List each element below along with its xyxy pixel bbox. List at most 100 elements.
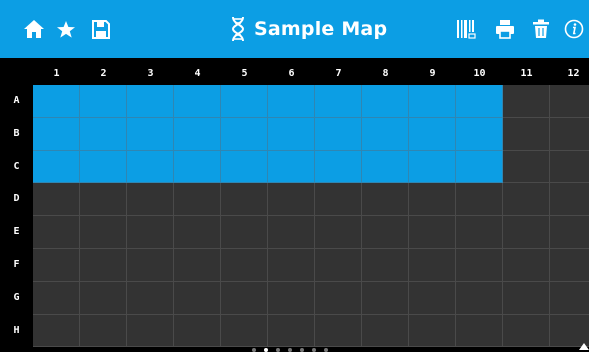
plate-well[interactable] <box>33 216 80 249</box>
plate-well[interactable] <box>80 314 127 348</box>
plate-well-selected[interactable] <box>80 150 127 184</box>
plate-well[interactable] <box>456 314 503 348</box>
plate-well[interactable] <box>268 314 315 348</box>
expand-up-icon[interactable] <box>579 343 589 350</box>
plate-well[interactable] <box>550 249 589 282</box>
plate-well[interactable] <box>221 281 268 315</box>
column-header[interactable]: 2 <box>81 62 126 86</box>
plate-well-selected[interactable] <box>362 117 409 151</box>
plate-well[interactable] <box>456 281 503 315</box>
plate-well-selected[interactable] <box>315 117 362 151</box>
plate-well[interactable] <box>268 281 315 315</box>
plate-well[interactable] <box>550 117 589 151</box>
column-header[interactable]: 12 <box>551 62 589 86</box>
plate-well-selected[interactable] <box>33 150 80 184</box>
plate-well[interactable] <box>127 281 174 315</box>
row-header[interactable]: G <box>0 282 33 314</box>
plate-well[interactable] <box>409 281 456 315</box>
plate-well[interactable] <box>174 249 221 282</box>
page-dot[interactable] <box>324 348 328 352</box>
plate-well[interactable] <box>315 183 362 217</box>
home-icon[interactable] <box>21 16 47 42</box>
plate-well[interactable] <box>503 249 550 282</box>
plate-well-selected[interactable] <box>221 117 268 151</box>
plate-well[interactable] <box>503 314 550 348</box>
plate-well-selected[interactable] <box>315 150 362 184</box>
plate-well-selected[interactable] <box>409 85 456 118</box>
plate-well[interactable] <box>409 216 456 249</box>
plate-well[interactable] <box>503 85 550 118</box>
plate-well[interactable] <box>33 183 80 217</box>
plate-well[interactable] <box>550 183 589 217</box>
column-header[interactable]: 8 <box>363 62 408 86</box>
print-icon[interactable] <box>492 16 518 42</box>
plate-well[interactable] <box>174 314 221 348</box>
save-icon[interactable] <box>88 16 114 42</box>
plate-well[interactable] <box>127 216 174 249</box>
column-header[interactable]: 4 <box>175 62 220 86</box>
barcode-icon[interactable] <box>453 16 479 42</box>
plate-well[interactable] <box>268 249 315 282</box>
row-header[interactable]: E <box>0 216 33 248</box>
plate-well-selected[interactable] <box>127 117 174 151</box>
page-dot[interactable] <box>252 348 256 352</box>
row-header[interactable]: B <box>0 118 33 150</box>
column-header[interactable]: 9 <box>410 62 455 86</box>
plate-well[interactable] <box>550 150 589 184</box>
plate-well[interactable] <box>80 216 127 249</box>
plate-well[interactable] <box>362 281 409 315</box>
plate-well[interactable] <box>315 314 362 348</box>
plate-well[interactable] <box>409 314 456 348</box>
row-header[interactable]: F <box>0 249 33 281</box>
plate-well-selected[interactable] <box>409 117 456 151</box>
plate-well[interactable] <box>33 281 80 315</box>
plate-well[interactable] <box>456 183 503 217</box>
plate-well[interactable] <box>80 281 127 315</box>
plate-well[interactable] <box>503 183 550 217</box>
plate-well[interactable] <box>503 117 550 151</box>
plate-well[interactable] <box>80 249 127 282</box>
trash-icon[interactable] <box>528 16 554 42</box>
plate-well-selected[interactable] <box>456 117 503 151</box>
plate-well-selected[interactable] <box>80 85 127 118</box>
plate-well[interactable] <box>174 183 221 217</box>
plate-well[interactable] <box>362 216 409 249</box>
plate-well[interactable] <box>221 314 268 348</box>
plate-well[interactable] <box>268 216 315 249</box>
plate-well[interactable] <box>221 216 268 249</box>
info-icon[interactable] <box>561 16 587 42</box>
plate-well[interactable] <box>456 216 503 249</box>
row-header[interactable]: C <box>0 151 33 183</box>
plate-well[interactable] <box>503 281 550 315</box>
plate-well-selected[interactable] <box>456 150 503 184</box>
plate-well[interactable] <box>33 249 80 282</box>
plate-well[interactable] <box>315 249 362 282</box>
plate-well[interactable] <box>221 249 268 282</box>
plate-well-selected[interactable] <box>268 150 315 184</box>
column-header[interactable]: 10 <box>457 62 502 86</box>
column-header[interactable]: 3 <box>128 62 173 86</box>
plate-well[interactable] <box>362 314 409 348</box>
page-dot[interactable] <box>276 348 280 352</box>
plate-well[interactable] <box>409 249 456 282</box>
plate-well[interactable] <box>127 183 174 217</box>
page-dot[interactable] <box>264 348 268 352</box>
plate-well-selected[interactable] <box>174 85 221 118</box>
column-header[interactable]: 11 <box>504 62 549 86</box>
plate-well-selected[interactable] <box>456 85 503 118</box>
plate-well[interactable] <box>503 150 550 184</box>
plate-well[interactable] <box>550 281 589 315</box>
plate-well-selected[interactable] <box>362 150 409 184</box>
plate-well[interactable] <box>456 249 503 282</box>
star-icon[interactable] <box>53 16 79 42</box>
plate-well[interactable] <box>268 183 315 217</box>
plate-well[interactable] <box>127 249 174 282</box>
plate-well-selected[interactable] <box>221 85 268 118</box>
plate-well-selected[interactable] <box>33 85 80 118</box>
plate-well-selected[interactable] <box>362 85 409 118</box>
page-dot[interactable] <box>288 348 292 352</box>
plate-well-selected[interactable] <box>127 85 174 118</box>
row-header[interactable]: A <box>0 85 33 117</box>
plate-well[interactable] <box>362 249 409 282</box>
plate-well[interactable] <box>409 183 456 217</box>
